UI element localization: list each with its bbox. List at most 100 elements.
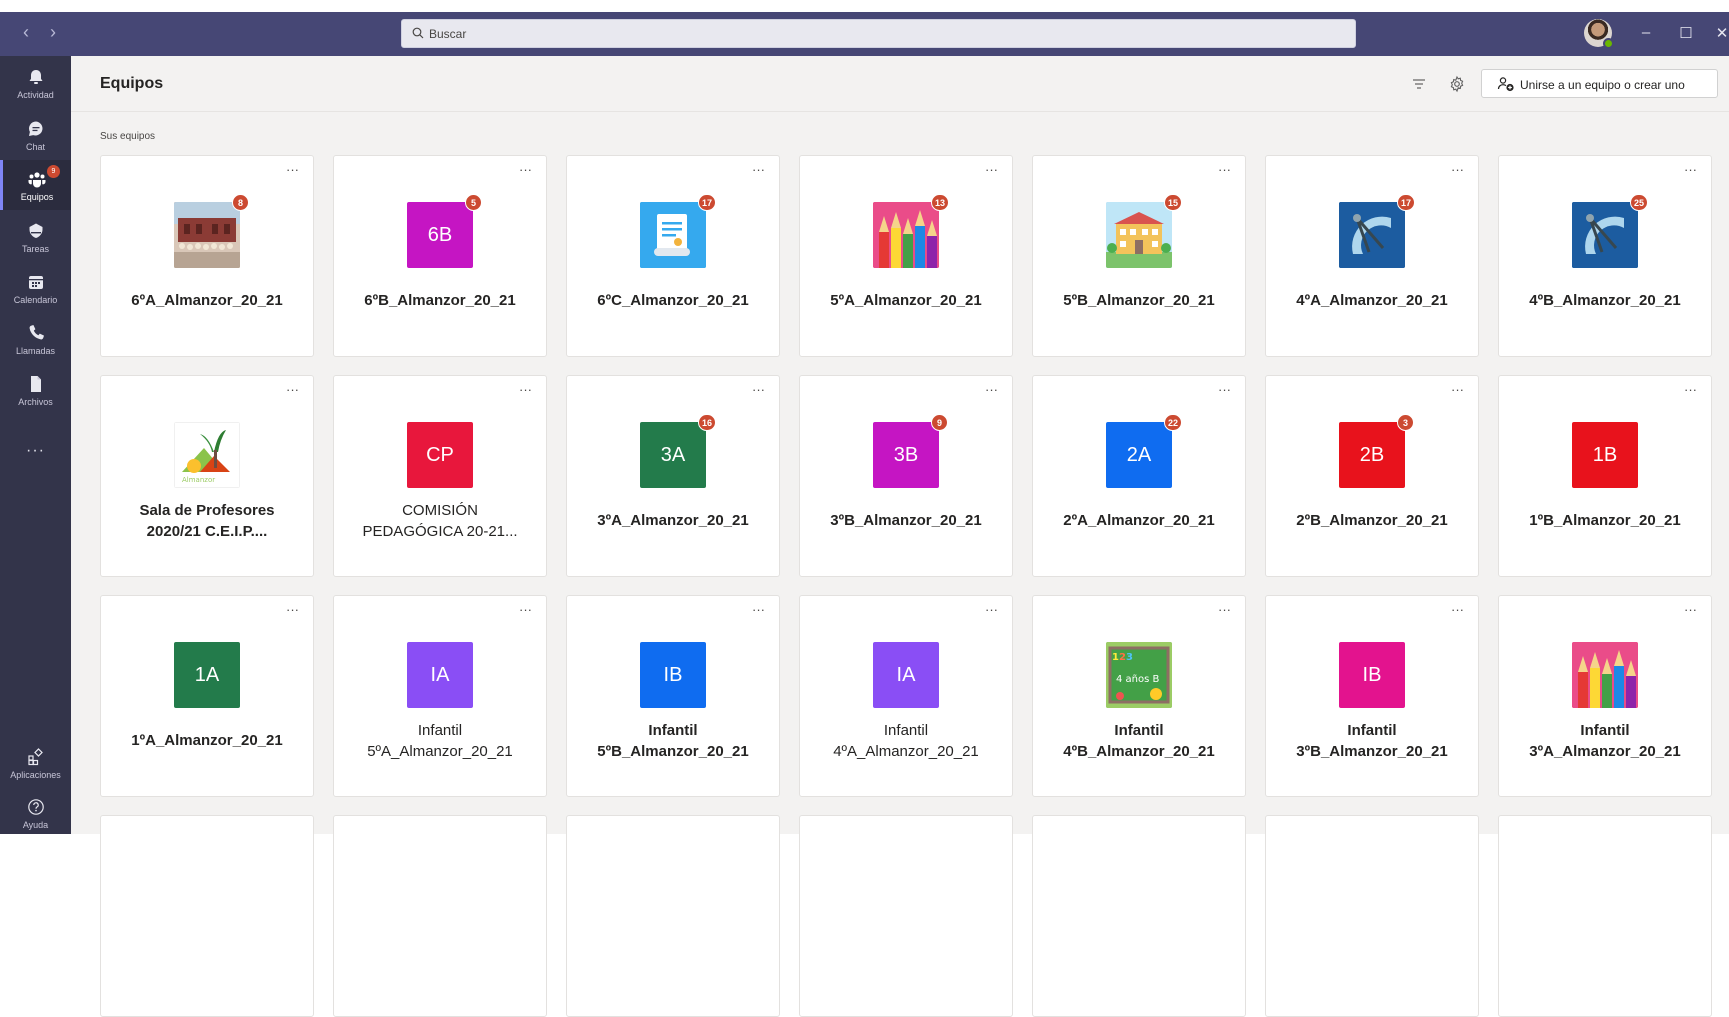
team-card[interactable]: ··· CP COMISIÓN PEDAGÓGICA 20-21... [333,375,547,577]
more-apps-icon[interactable]: ··· [0,442,71,460]
rail-item-actividad[interactable]: Actividad [0,58,71,108]
close-icon[interactable]: ✕ [1712,24,1729,42]
team-card[interactable]: ··· Infantil 3ºA_Almanzor_20_21 [1498,595,1712,797]
more-options-icon[interactable]: ··· [1684,162,1697,177]
rail-item-chat[interactable]: Chat [0,110,71,160]
team-name: 4ºB_Almanzor_20_21 [1505,290,1705,311]
team-card[interactable]: ··· 2A 22 2ºA_Almanzor_20_21 [1032,375,1246,577]
team-card[interactable]: ··· IA Infantil 5ºA_Almanzor_20_21 [333,595,547,797]
notification-badge: 16 [698,414,717,431]
more-options-icon[interactable]: ··· [1218,602,1231,617]
more-options-icon[interactable]: ··· [1451,382,1464,397]
team-avatar [1339,202,1405,268]
team-name-line2: 3ºA_Almanzor_20_21 [1529,743,1681,760]
rail-item-llamadas[interactable]: Llamadas [0,314,71,364]
rail-item-aplicaciones[interactable]: Aplicaciones [0,738,71,788]
rail-badge: 9 [47,165,60,178]
help-icon [27,799,44,815]
rail-label: Calendario [13,295,58,305]
team-name-line1: 1ºA_Almanzor_20_21 [131,732,283,749]
team-card[interactable]: ··· 15 5ºB_Almanzor_20_21 [1032,155,1246,357]
team-card[interactable]: ··· 1B 1ºB_Almanzor_20_21 [1498,375,1712,577]
more-options-icon[interactable]: ··· [752,602,765,617]
search-input[interactable]: Buscar [401,19,1356,48]
team-card[interactable]: ··· IB Infantil 5ºB_Almanzor_20_21 [566,595,780,797]
more-options-icon[interactable]: ··· [1684,382,1697,397]
team-name-line1: Infantil [1114,722,1164,739]
team-card[interactable]: ··· 1 2 3 4 años B Infantil 4ºB_Almanzor_20_21 [1032,595,1246,797]
team-name-line1: 6ºB_Almanzor_20_21 [364,292,516,309]
team-name-line1: COMISIÓN [402,502,478,519]
more-options-icon[interactable]: ··· [286,602,299,617]
more-options-icon[interactable]: ··· [985,162,998,177]
gear-icon[interactable] [1448,75,1466,93]
team-card[interactable] [333,815,547,1017]
more-options-icon[interactable]: ··· [519,162,532,177]
team-card[interactable]: ··· 8 6ºA_Almanzor_20_21 [100,155,314,357]
team-card[interactable] [1265,815,1479,1017]
minimize-icon[interactable]: – [1636,24,1656,41]
more-options-icon[interactable]: ··· [1218,162,1231,177]
rail-item-archivos[interactable]: Archivos [0,365,71,415]
section-label: Sus equipos [100,131,156,142]
more-options-icon[interactable]: ··· [985,602,998,617]
more-options-icon[interactable]: ··· [1684,602,1697,617]
more-options-icon[interactable]: ··· [519,382,532,397]
team-card[interactable]: ··· 13 5ºA_Almanzor_20_21 [799,155,1013,357]
more-options-icon[interactable]: ··· [985,382,998,397]
avatar[interactable] [1584,19,1614,49]
rail-item-calendario[interactable]: Calendario [0,263,71,313]
team-name-line1: 5ºA_Almanzor_20_21 [830,292,982,309]
team-card[interactable]: ··· 6B 5 6ºB_Almanzor_20_21 [333,155,547,357]
team-card[interactable]: ··· IA Infantil 4ºA_Almanzor_20_21 [799,595,1013,797]
team-card[interactable]: ··· 3B 9 3ºB_Almanzor_20_21 [799,375,1013,577]
search-icon [412,27,424,39]
svg-text:1: 1 [1112,652,1119,663]
more-options-icon[interactable]: ··· [752,162,765,177]
team-card[interactable]: ··· 25 4ºB_Almanzor_20_21 [1498,155,1712,357]
team-avatar: IA [407,642,473,708]
rail-item-tareas[interactable]: Tareas [0,212,71,262]
team-name: 6ºC_Almanzor_20_21 [573,290,773,311]
more-options-icon[interactable]: ··· [1451,602,1464,617]
back-arrow-icon[interactable]: ‹ [16,22,36,43]
rail-item-ayuda[interactable]: Ayuda [0,788,71,838]
team-card[interactable]: ··· Almanzor Sala de Profesores 2020/21 C.E… [100,375,314,577]
notification-badge: 17 [698,194,717,211]
team-card[interactable] [799,815,1013,1017]
bell-icon [29,70,42,84]
team-card[interactable] [1498,815,1712,1017]
team-card[interactable]: ··· 17 6ºC_Almanzor_20_21 [566,155,780,357]
more-options-icon[interactable]: ··· [1218,382,1231,397]
team-card[interactable] [1032,815,1246,1017]
more-options-icon[interactable]: ··· [286,382,299,397]
more-options-icon[interactable]: ··· [519,602,532,617]
rail-item-equipos[interactable]: 9 Equipos [0,160,71,210]
add-team-icon [1497,77,1514,92]
team-card[interactable]: ··· 1A 1ºA_Almanzor_20_21 [100,595,314,797]
notification-badge: 25 [1630,194,1649,211]
team-avatar: IB [1339,642,1405,708]
more-options-icon[interactable]: ··· [286,162,299,177]
team-card[interactable]: ··· 2B 3 2ºB_Almanzor_20_21 [1265,375,1479,577]
join-or-create-team-button[interactable]: Unirse a un equipo o crear uno [1481,69,1718,98]
team-card[interactable]: ··· 17 4ºA_Almanzor_20_21 [1265,155,1479,357]
team-card[interactable] [100,815,314,1017]
team-card[interactable]: ··· IB Infantil 3ºB_Almanzor_20_21 [1265,595,1479,797]
team-name-line1: 5ºB_Almanzor_20_21 [1063,292,1215,309]
team-name-line1: 1ºB_Almanzor_20_21 [1529,512,1681,529]
chat-icon [28,121,42,136]
team-card[interactable] [566,815,780,1017]
forward-arrow-icon[interactable]: › [43,22,63,43]
team-avatar: Almanzor [174,422,240,488]
maximize-icon[interactable]: ☐ [1676,24,1696,42]
team-name: Sala de Profesores 2020/21 C.E.I.P.... [107,500,307,542]
apps-icon [27,748,43,766]
team-card[interactable]: ··· 3A 16 3ºA_Almanzor_20_21 [566,375,780,577]
more-options-icon[interactable]: ··· [752,382,765,397]
more-options-icon[interactable]: ··· [1451,162,1464,177]
filter-icon[interactable] [1410,75,1428,93]
team-name: 6ºB_Almanzor_20_21 [340,290,540,311]
team-name-line1: 2ºA_Almanzor_20_21 [1063,512,1215,529]
team-avatar: 123 4 años B [1106,642,1172,708]
